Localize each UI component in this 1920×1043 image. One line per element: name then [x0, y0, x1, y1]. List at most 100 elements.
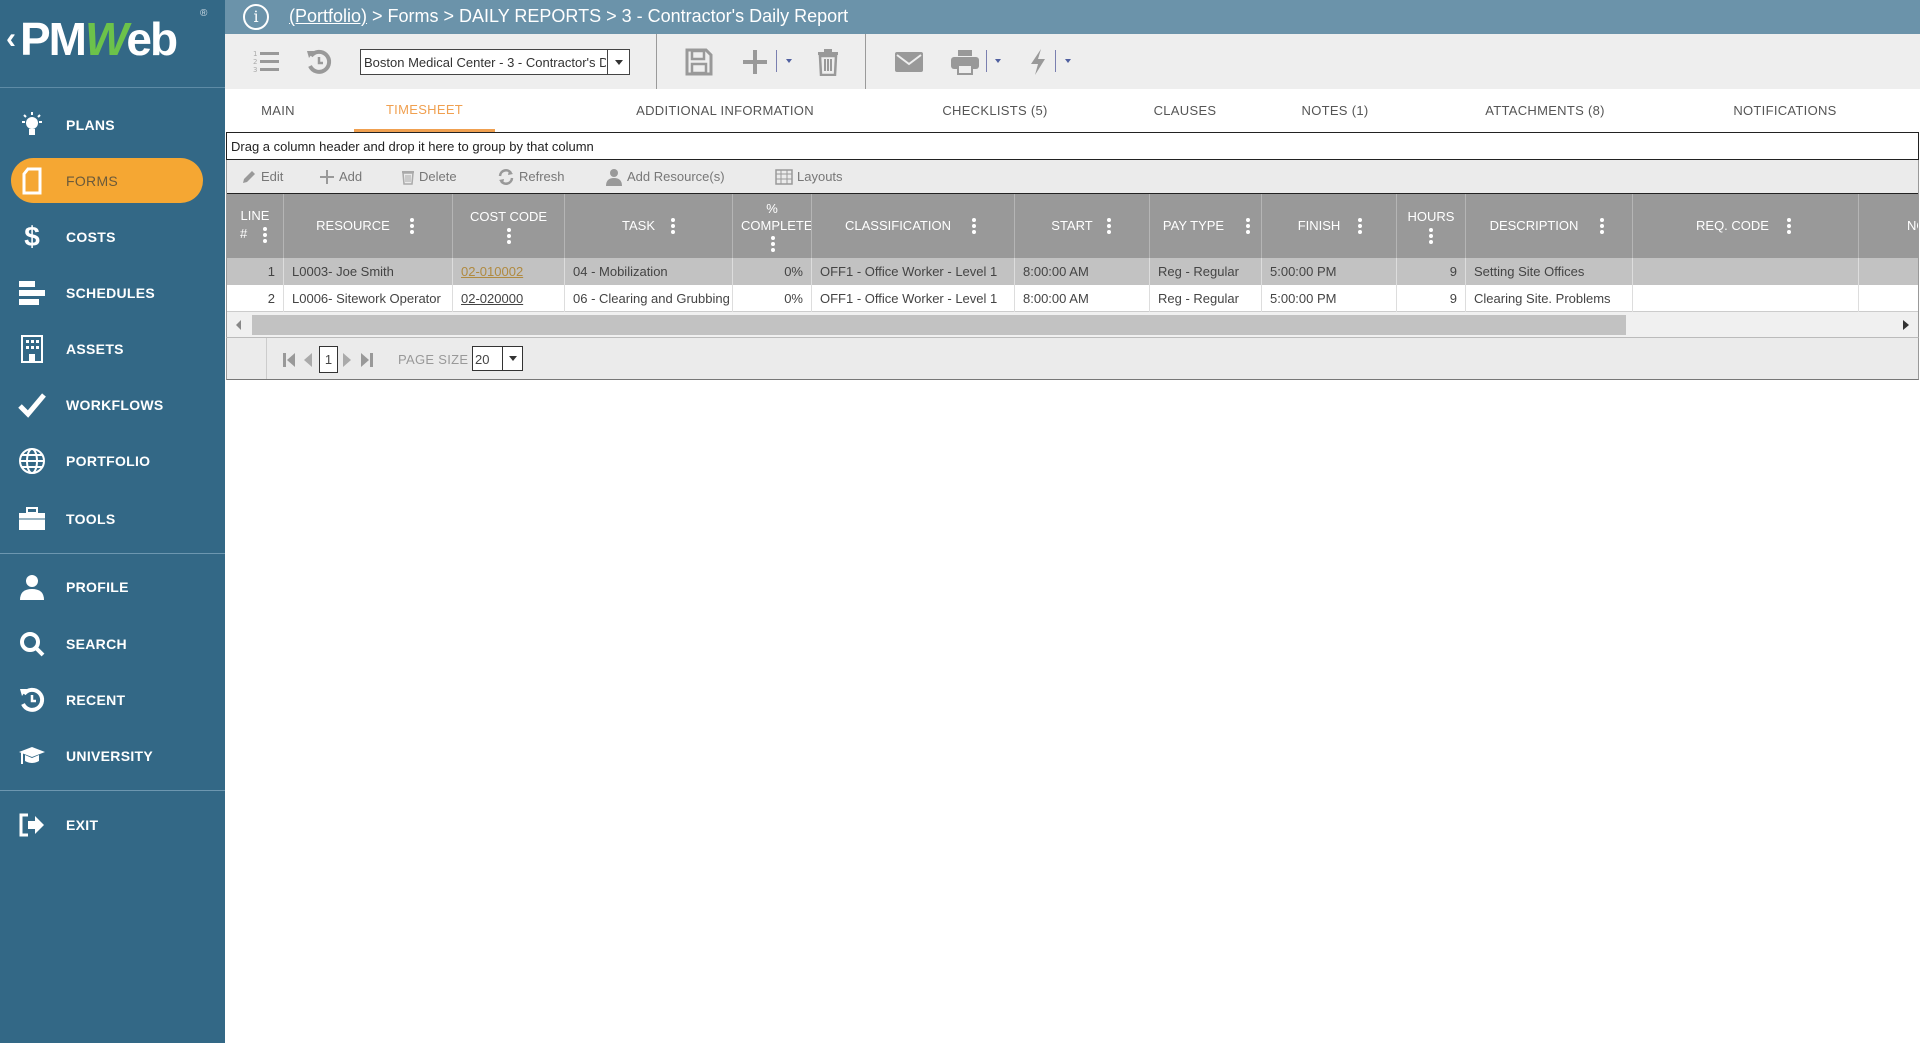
column-header-percent-complete[interactable]: % COMPLETE — [733, 194, 812, 258]
delete-button[interactable]: Delete — [401, 160, 457, 193]
column-header-hours[interactable]: HOURS — [1397, 194, 1466, 258]
breadcrumb-portfolio-link[interactable]: (Portfolio) — [289, 6, 367, 26]
column-header-no[interactable]: NO — [1859, 194, 1918, 258]
page-size-select[interactable]: 20 — [472, 346, 523, 371]
checkmark-icon — [18, 391, 46, 419]
cell-hours: 9 — [1397, 285, 1466, 312]
sidebar-item-workflows[interactable]: WORKFLOWS — [0, 382, 225, 428]
trash-icon[interactable] — [812, 46, 844, 78]
column-menu-icon[interactable] — [410, 218, 414, 234]
column-menu-icon[interactable] — [1107, 218, 1111, 234]
column-menu-icon[interactable] — [1246, 218, 1250, 234]
layouts-button[interactable]: Layouts — [775, 160, 843, 193]
tab-notes[interactable]: NOTES (1) — [1275, 89, 1395, 132]
sidebar-item-search[interactable]: SEARCH — [0, 621, 225, 667]
info-icon[interactable]: i — [243, 4, 269, 30]
tab-main[interactable]: MAIN — [243, 89, 313, 132]
column-menu-icon[interactable] — [507, 228, 511, 244]
sidebar-item-assets[interactable]: ASSETS — [0, 326, 225, 372]
column-menu-icon[interactable] — [1787, 218, 1791, 234]
column-menu-icon[interactable] — [1358, 218, 1362, 234]
scroll-left-arrow-icon[interactable] — [236, 320, 241, 330]
column-header-resource[interactable]: RESOURCE — [284, 194, 453, 258]
group-by-drop-zone[interactable]: Drag a column header and drop it here to… — [226, 132, 1919, 160]
column-header-pay-type[interactable]: PAY TYPE — [1150, 194, 1262, 258]
add-dropdown-caret-icon[interactable] — [786, 59, 792, 63]
actions-dropdown-caret-icon[interactable] — [1065, 59, 1071, 63]
next-page-icon[interactable] — [343, 352, 352, 373]
sidebar-item-costs[interactable]: $ COSTS — [0, 214, 225, 260]
sidebar-item-portfolio[interactable]: PORTFOLIO — [0, 438, 225, 484]
print-dropdown-caret-icon[interactable] — [995, 59, 1001, 63]
column-menu-icon[interactable] — [1600, 218, 1604, 234]
save-icon[interactable] — [683, 46, 715, 78]
list-icon[interactable]: 123 — [250, 46, 282, 78]
pmweb-logo[interactable]: ‹ PMWeb ® — [0, 0, 225, 88]
column-menu-icon[interactable] — [972, 218, 976, 234]
page-size-label: PAGE SIZE — [398, 352, 469, 367]
horizontal-scrollbar[interactable] — [226, 312, 1919, 338]
add-icon[interactable] — [739, 46, 771, 78]
toolbox-icon — [18, 505, 46, 533]
print-icon[interactable] — [949, 46, 981, 78]
column-header-line[interactable]: LINE # — [227, 194, 284, 258]
tab-notifications[interactable]: NOTIFICATIONS — [1705, 89, 1865, 132]
user-icon — [18, 573, 46, 601]
cell-line: 2 — [227, 285, 284, 312]
scroll-right-arrow-icon[interactable] — [1903, 320, 1909, 330]
sidebar-item-label: SEARCH — [66, 636, 127, 652]
sidebar-item-recent[interactable]: RECENT — [0, 677, 225, 723]
column-header-cost-code[interactable]: COST CODE — [453, 194, 565, 258]
scrollbar-thumb[interactable] — [252, 315, 1626, 335]
column-menu-icon[interactable] — [263, 227, 267, 243]
sidebar-item-label: ASSETS — [66, 341, 124, 357]
chevron-down-icon[interactable] — [607, 50, 629, 74]
lightning-icon[interactable] — [1022, 46, 1054, 78]
table-row[interactable]: 2 L0006- Sitework Operator 02-020000 06 … — [227, 285, 1918, 312]
chevron-down-icon[interactable] — [502, 347, 522, 370]
sidebar-item-plans[interactable]: PLANS — [0, 102, 225, 148]
sidebar-item-label: UNIVERSITY — [66, 748, 154, 764]
history-icon — [18, 686, 46, 714]
graduation-cap-icon — [18, 742, 46, 770]
sidebar-item-profile[interactable]: PROFILE — [0, 564, 225, 610]
cell-line: 1 — [227, 258, 284, 285]
column-header-finish[interactable]: FINISH — [1262, 194, 1397, 258]
first-page-icon[interactable] — [283, 352, 295, 373]
sidebar-item-schedules[interactable]: SCHEDULES — [0, 270, 225, 316]
previous-page-icon[interactable] — [303, 352, 312, 373]
cost-code-link[interactable]: 02-010002 — [461, 264, 523, 279]
tab-additional-information[interactable]: ADDITIONAL INFORMATION — [595, 89, 855, 132]
email-icon[interactable] — [893, 46, 925, 78]
tab-checklists[interactable]: CHECKLISTS (5) — [910, 89, 1080, 132]
current-page-number[interactable]: 1 — [319, 346, 338, 373]
table-row[interactable]: 1 L0003- Joe Smith 02-010002 04 - Mobili… — [227, 258, 1918, 285]
edit-button[interactable]: Edit — [241, 160, 283, 193]
column-menu-icon[interactable] — [771, 236, 775, 252]
tab-clauses[interactable]: CLAUSES — [1125, 89, 1245, 132]
column-header-req-code[interactable]: REQ. CODE — [1633, 194, 1859, 258]
history-icon[interactable] — [303, 46, 335, 78]
column-header-classification[interactable]: CLASSIFICATION — [812, 194, 1015, 258]
project-select[interactable]: Boston Medical Center - 3 - Contractor's… — [360, 49, 630, 75]
add-button[interactable]: Add — [319, 160, 362, 193]
sidebar-item-tools[interactable]: TOOLS — [0, 496, 225, 542]
add-resources-button[interactable]: Add Resource(s) — [605, 160, 725, 193]
column-menu-icon[interactable] — [1429, 228, 1433, 244]
sidebar-item-forms[interactable]: FORMS — [0, 158, 225, 204]
grid-pager: 1 PAGE SIZE 20 — [226, 338, 1919, 380]
sidebar-item-label: PLANS — [66, 117, 115, 133]
column-header-start[interactable]: START — [1015, 194, 1150, 258]
cost-code-link[interactable]: 02-020000 — [461, 291, 523, 306]
column-header-description[interactable]: DESCRIPTION — [1466, 194, 1633, 258]
column-header-task[interactable]: TASK — [565, 194, 733, 258]
tab-attachments[interactable]: ATTACHMENTS (8) — [1445, 89, 1645, 132]
refresh-button[interactable]: Refresh — [497, 160, 565, 193]
back-chevron-icon[interactable]: ‹ — [6, 22, 16, 56]
column-menu-icon[interactable] — [671, 218, 675, 234]
sidebar-item-exit[interactable]: EXIT — [0, 802, 225, 848]
tab-timesheet[interactable]: TIMESHEET — [354, 89, 495, 132]
sidebar: ‹ PMWeb ® PLANS FORMS $ COSTS SCHEDULES … — [0, 0, 225, 1043]
last-page-icon[interactable] — [361, 352, 373, 373]
sidebar-item-university[interactable]: UNIVERSITY — [0, 733, 225, 779]
